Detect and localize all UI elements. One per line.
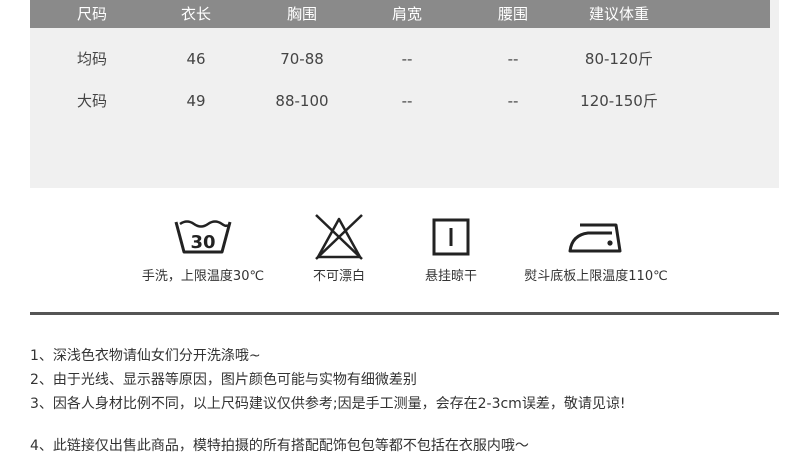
note-item: 4、此链接仅出售此商品，模特拍摄的所有搭配配饰包包等都不包括在衣服内哦～ [30, 438, 529, 454]
care-label-iron: 熨斗底板上限温度110℃ [524, 269, 668, 284]
note-item: 2、由于光线、显示器等原因，图片颜色可能与实物有细微差别 [30, 372, 417, 388]
no-bleach-icon [315, 214, 363, 260]
iron-icon [568, 223, 622, 253]
table-cell: -- [401, 92, 413, 110]
section-divider [30, 312, 779, 315]
care-label-dry: 悬挂晾干 [424, 269, 478, 284]
table-cell: 46 [186, 50, 206, 68]
hang-dry-icon [432, 218, 470, 256]
table-cell: 均码 [76, 50, 108, 68]
header-length: 衣长 [180, 5, 212, 23]
size-table-header: 尺码 衣长 胸围 肩宽 腰围 建议体重 [30, 0, 770, 28]
header-bust: 胸围 [286, 5, 318, 23]
header-shoulder: 肩宽 [391, 5, 423, 23]
table-cell: -- [507, 92, 519, 110]
table-cell: 120-150斤 [580, 92, 658, 110]
table-cell: 70-88 [280, 50, 324, 68]
header-weight: 建议体重 [588, 5, 650, 23]
wash-temp-text: 30 [190, 232, 215, 253]
note-item: 1、深浅色衣物请仙女们分开洗涤哦~ [30, 348, 261, 364]
care-label-bleach: 不可漂白 [312, 269, 366, 284]
table-cell: 88-100 [275, 92, 329, 110]
table-cell: -- [401, 50, 413, 68]
header-size: 尺码 [76, 5, 108, 23]
note-item: 3、因各人身材比例不同，以上尺码建议仅供参考;因是手工测量，会存在2-3cm误差… [30, 396, 626, 412]
table-cell: 80-120斤 [584, 50, 654, 68]
header-waist: 腰围 [497, 5, 529, 23]
wash-30-icon: 30 [174, 220, 232, 254]
table-cell: 大码 [76, 92, 108, 110]
care-label-wash: 手洗，上限温度30℃ [141, 269, 265, 284]
table-cell: 49 [186, 92, 206, 110]
size-table: 尺码 衣长 胸围 肩宽 腰围 建议体重 均码 46 70-88 -- -- 80… [30, 0, 779, 188]
table-cell: -- [507, 50, 519, 68]
